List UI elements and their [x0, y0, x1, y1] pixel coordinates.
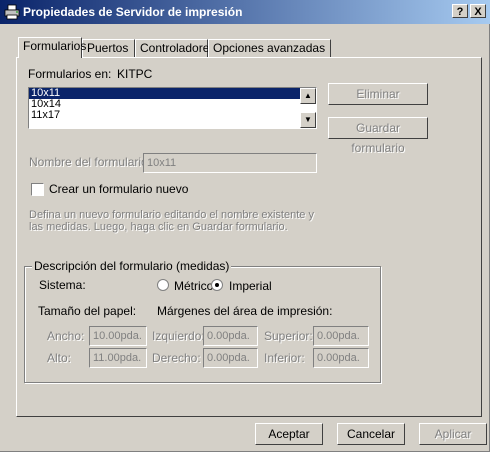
form-name-field[interactable]: 10x11: [143, 153, 317, 173]
print-margins-label: Márgenes del área de impresión:: [157, 304, 333, 318]
metric-radio[interactable]: [157, 279, 169, 291]
form-name-label: Nombre del formulario:: [29, 155, 152, 169]
height-field[interactable]: 11.00pda.: [89, 348, 147, 368]
printer-icon: [4, 4, 20, 20]
metric-label: Métrico: [174, 279, 214, 293]
bottom-margin-label: Inferior:: [264, 351, 305, 365]
group-title: Descripción del formulario (medidas): [32, 259, 232, 273]
system-label: Sistema:: [39, 278, 86, 292]
scroll-down-icon[interactable]: ▼: [300, 112, 316, 128]
help-text-line-2: las medidas. Luego, haga clic en Guardar…: [29, 221, 288, 233]
scroll-up-icon[interactable]: ▲: [300, 88, 316, 104]
window-title: Propiedades de Servidor de impresión: [23, 5, 243, 19]
list-item[interactable]: 11x17: [29, 110, 316, 121]
height-label: Alto:: [47, 351, 72, 365]
width-label: Ancho:: [47, 329, 85, 343]
create-new-checkbox[interactable]: [31, 183, 44, 196]
width-field[interactable]: 10.00pda.: [89, 326, 147, 346]
tab-controladores[interactable]: Controladores: [135, 39, 215, 57]
create-new-label: Crear un formulario nuevo: [49, 182, 189, 196]
help-text-line-1: Defina un nuevo formulario editando el n…: [29, 209, 314, 221]
tab-opciones-avanzadas[interactable]: Opciones avanzadas: [208, 39, 331, 57]
right-margin-label: Derecho:: [152, 351, 201, 365]
close-button[interactable]: X: [470, 4, 486, 18]
tab-puertos[interactable]: Puertos: [82, 39, 135, 57]
left-margin-field[interactable]: 0.00pda.: [203, 326, 258, 346]
left-margin-label: Izquierdo:: [152, 329, 205, 343]
forms-on-label: Formularios en:: [28, 67, 112, 81]
list-item[interactable]: 10x14: [29, 99, 316, 110]
help-button[interactable]: ?: [452, 4, 468, 18]
imperial-label: Imperial: [229, 279, 272, 293]
apply-button[interactable]: Aplicar: [419, 423, 487, 445]
ok-button[interactable]: Aceptar: [255, 423, 323, 445]
list-item[interactable]: 10x11: [29, 88, 316, 99]
listbox-scrollbar[interactable]: ▲ ▼: [300, 88, 316, 128]
cancel-button[interactable]: Cancelar: [337, 423, 405, 445]
right-margin-field[interactable]: 0.00pda.: [203, 348, 258, 368]
delete-button[interactable]: Eliminar: [328, 83, 428, 105]
top-margin-label: Superior:: [264, 329, 313, 343]
forms-listbox[interactable]: 10x11 10x14 11x17 ▲ ▼: [28, 87, 317, 129]
title-bar[interactable]: Propiedades de Servidor de impresión ? X: [0, 0, 490, 24]
properties-dialog: Propiedades de Servidor de impresión ? X…: [0, 0, 490, 452]
save-form-button[interactable]: Guardar formulario: [328, 117, 428, 155]
tab-formularios[interactable]: Formularios: [18, 37, 86, 58]
paper-size-label: Tamaño del papel:: [38, 304, 137, 318]
imperial-radio[interactable]: [211, 279, 223, 291]
bottom-margin-field[interactable]: 0.00pda.: [313, 348, 369, 368]
server-name: KITPC: [117, 67, 153, 81]
top-margin-field[interactable]: 0.00pda.: [313, 326, 369, 346]
